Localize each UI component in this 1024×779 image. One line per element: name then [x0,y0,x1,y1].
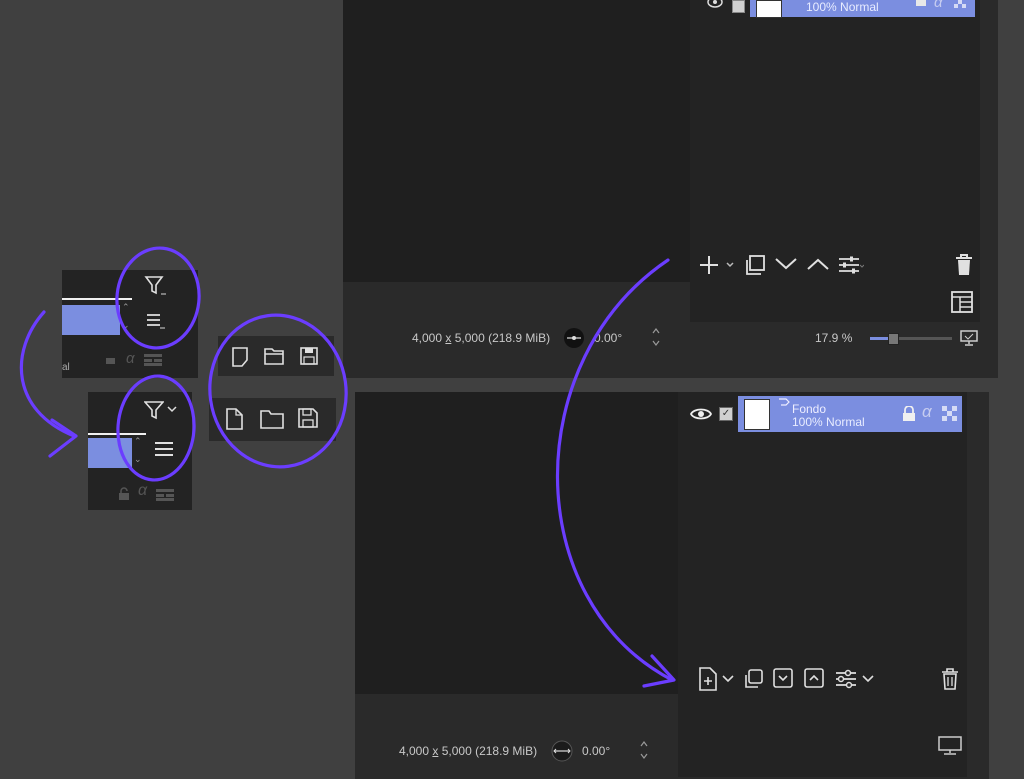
chevron-down-icon[interactable] [722,675,734,683]
new-file-icon[interactable] [231,347,249,367]
new-spinner-down[interactable]: ⌄ [134,454,142,465]
new-layer-line [88,433,146,435]
lock-icon[interactable] [118,487,130,500]
old-layer-highlight [62,305,120,335]
alpha-icon[interactable]: α [138,482,147,500]
old-layer-line [62,298,132,300]
new-icon-panel: ⌃ ⌄ α [88,392,192,510]
zoom-slider-handle[interactable] [888,333,899,345]
move-up-icon[interactable] [806,256,830,272]
alpha-icon[interactable]: α [126,350,135,367]
open-folder-icon[interactable] [264,347,284,365]
zoom-value: 17.9 % [815,331,853,345]
inherit-alpha-icon[interactable] [144,354,162,366]
image-dimensions: 4,000 x 5,000 (218.9 MiB) [399,744,538,758]
visibility-eye-icon[interactable] [706,0,724,10]
bottom-canvas[interactable] [355,392,678,694]
old-icon-panel: ⌃ ⌄ al α [62,270,198,378]
chevron-down-icon[interactable] [167,406,177,413]
chevron-down-icon[interactable] [726,262,734,268]
lock-icon[interactable] [916,0,926,6]
chevron-down-icon[interactable] [862,675,874,683]
inherit-alpha-icon[interactable] [954,0,968,8]
rotation-icon[interactable] [563,327,585,349]
top-layers-toolbar [698,252,978,313]
layout-icon[interactable] [950,290,974,314]
menu-icon[interactable] [146,312,166,330]
open-folder-icon[interactable] [260,409,284,429]
save-icon[interactable] [298,408,318,428]
move-up-icon[interactable] [804,668,824,688]
layer-mode-label: 100% Normal [806,0,879,14]
lock-icon[interactable] [106,358,115,364]
lock-icon[interactable] [902,406,916,422]
add-layer-icon[interactable] [698,667,718,691]
bottom-layer-row[interactable]: ✓ Fondo 100% Normal α [688,396,962,432]
old-spinner-down[interactable]: ⌄ [122,320,130,331]
top-layer-row[interactable]: 100% Normal α [700,0,975,18]
inherit-alpha-icon[interactable] [942,406,958,422]
bottom-layers-panel [678,392,967,777]
zoom-slider-fill [870,337,888,340]
layer-type-icon [778,398,790,408]
new-file-icon[interactable] [225,408,243,430]
move-down-icon[interactable] [774,256,798,272]
alpha-icon[interactable]: α [934,0,943,11]
old-spinner-up[interactable]: ⌃ [122,302,130,313]
duplicate-layer-icon[interactable] [744,254,766,276]
top-canvas[interactable] [343,0,690,282]
rotation-icon[interactable] [550,740,574,762]
bottom-statusbar: 4,000 x 5,000 (218.9 MiB) 0.00° [355,735,967,767]
move-down-icon[interactable] [773,668,793,688]
layer-properties-icon[interactable] [835,669,857,689]
visibility-eye-icon[interactable] [690,405,712,423]
rotation-value: 0.00° [594,331,623,345]
delete-icon[interactable] [940,667,960,691]
old-layer-mode-fragment: al [62,362,70,373]
old-file-icons [218,336,334,376]
rotation-spinner-icon[interactable] [639,739,649,761]
annotation-circle-file-icons [208,313,348,469]
annotation-arrow-left-head [48,418,78,458]
zoom-slider[interactable] [870,333,952,345]
layer-checkbox[interactable] [732,0,745,13]
new-spinner-up[interactable]: ⌃ [134,436,142,447]
layer-name-label: Fondo [792,402,827,416]
delete-icon[interactable] [954,253,974,277]
image-dimensions: 4,000 x 5,000 (218.9 MiB) [412,331,551,345]
rotation-spinner-icon[interactable] [651,326,661,348]
new-file-icons [209,398,336,441]
monitor-icon[interactable] [960,330,978,346]
monitor-icon[interactable] [938,736,962,756]
alpha-icon[interactable]: α [922,402,932,422]
filter-icon[interactable] [144,274,168,298]
bottom-layers-toolbar [698,665,966,695]
menu-icon[interactable] [154,440,174,458]
save-icon[interactable] [300,347,318,365]
layer-thumbnail [756,0,782,18]
duplicate-layer-icon[interactable] [742,668,764,690]
add-layer-icon[interactable] [698,254,720,276]
layer-mode-label: 100% Normal [792,415,865,429]
layer-checkbox[interactable]: ✓ [719,407,733,421]
layer-properties-icon[interactable] [838,255,864,275]
layer-thumbnail [744,399,770,430]
inherit-alpha-icon[interactable] [156,489,174,501]
rotation-value: 0.00° [582,744,611,758]
filter-icon[interactable] [144,400,164,420]
new-layer-highlight [88,438,132,468]
top-statusbar: 4,000 x 5,000 (218.9 MiB) 0.00° 17.9 % [343,322,998,352]
